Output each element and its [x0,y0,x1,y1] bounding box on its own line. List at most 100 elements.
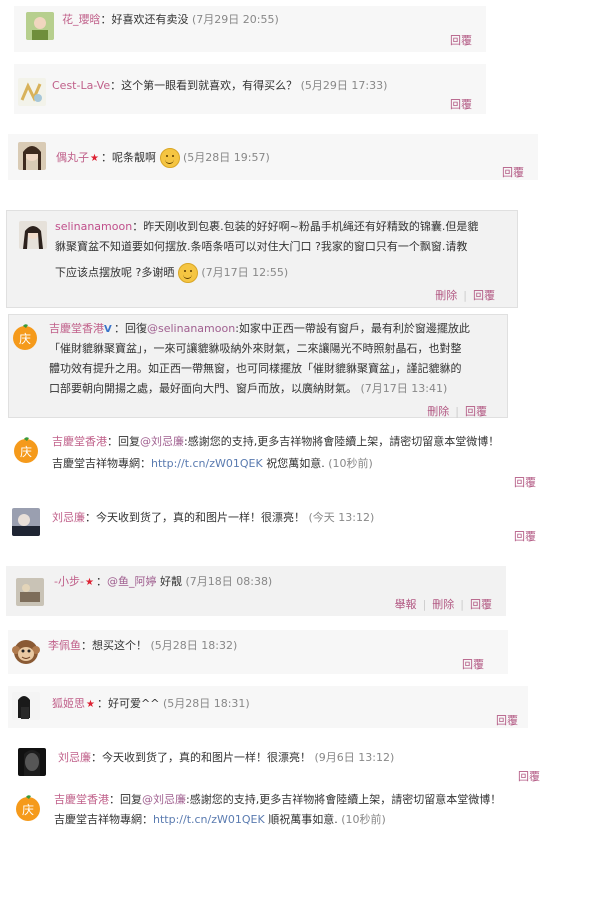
reply-link[interactable]: 回覆 [465,405,487,418]
mention-link[interactable]: @刘忌廉 [140,435,184,448]
reply-link[interactable]: 回覆 [514,476,536,489]
comment-actions: 回覆 [444,96,472,112]
user-name[interactable]: 吉慶堂香港 [52,435,107,448]
avatar[interactable]: 庆 [11,323,39,351]
avatar-image [19,221,47,249]
comment-text: 李佩鱼：想买这个！ (5月28日 18:32) [48,638,237,654]
avatar[interactable] [18,78,46,106]
user-name[interactable]: -小步- [54,575,84,588]
comment-body-line: 吉慶堂吉祥物專網： [54,813,153,826]
comment-body-line: 下应该点摆放呢 ?多谢晒 [55,266,175,279]
comment-text: 刘忌廉：今天收到货了，真的和图片一样！很漂亮！ (今天 13:12) [52,510,374,526]
reply-link[interactable]: 回覆 [514,530,536,543]
reply-link[interactable]: 回覆 [502,166,524,179]
mention-link[interactable]: @刘忌廉 [142,793,186,806]
reply-prefix: 回复 [120,793,142,806]
avatar[interactable] [18,748,46,776]
comment-text-line1: 吉慶堂香港：回复@刘忌廉:感謝您的支持,更多吉祥物將會陸續上架，請密切留意本堂微… [52,434,499,450]
avatar[interactable] [12,638,40,666]
delete-link[interactable]: 刪除 [432,598,454,611]
reply-link[interactable]: 回覆 [496,714,518,727]
mention-link[interactable]: @selinanamoon [147,322,235,335]
comment-text: -小步-★ ：@鱼_阿婷 好靓 (7月18日 08:38) [54,574,272,590]
report-link[interactable]: 舉報 [395,598,417,611]
divider: | [422,598,427,611]
comment-text-line3: 下应该点摆放呢 ?多谢晒 (7月17日 12:55) [55,263,288,283]
vip-star-icon: ★ [84,577,94,588]
delete-link[interactable]: 刪除 [427,405,449,418]
separator: ： [109,793,120,806]
separator: ： [85,511,96,524]
mention-link[interactable]: @鱼_阿婷 [107,575,157,588]
avatar[interactable] [19,221,47,249]
user-name[interactable]: 狐姬思 [52,697,85,710]
timestamp: (5月28日 18:31) [162,697,250,710]
user-name[interactable]: 李佩鱼 [48,639,81,652]
comment-body: 今天收到货了，真的和图片一样！很漂亮！ [102,751,311,764]
comment-text-line2: 吉慶堂吉祥物專網：http://t.cn/zW01QEK 順祝萬事如意. (10… [54,812,386,828]
comment-body: 好靓 [156,575,182,588]
comment-body: 想买这个！ [92,639,147,652]
avatar[interactable] [12,692,40,720]
avatar[interactable] [26,12,54,40]
monkey-avatar-icon [12,640,40,664]
avatar[interactable] [12,508,40,536]
comment-actions: 回覆 [508,474,536,490]
comment-card: 庆 吉慶堂香港V ：回復@selinanamoon:如家中正西一帶設有窗戶，最有利… [8,314,508,418]
avatar[interactable] [18,142,46,170]
comment-card: 刘忌廉：今天收到货了，真的和图片一样！很漂亮！ (今天 13:12) 回覆 [8,498,548,548]
reply-link[interactable]: 回覆 [470,598,492,611]
separator: ： [100,13,112,26]
timestamp: (7月29日 20:55) [192,13,279,26]
comment-text-line4: 口部要朝向開揚之處，最好面向大門、窗戶而放，以廣納財氣。 (7月17日 13:4… [49,381,447,397]
comment-text: 偶丸子★ ：呢条靓啊 (5月28日 19:57) [56,148,270,168]
comment-text: 刘忌廉：今天收到货了，真的和图片一样！很漂亮！ (9月6日 13:12) [58,750,394,766]
user-name[interactable]: 偶丸子 [56,151,89,164]
comment-text-line1: 吉慶堂香港V ：回復@selinanamoon:如家中正西一帶設有窗戶，最有利於窗… [49,321,470,337]
avatar[interactable] [16,578,44,606]
comment-text-line3: 體功效有提升之用。如正西一帶無窗，也可同樣擺放「催財貔貅聚寶盆」，謹記貔貅的 [49,361,462,377]
avatar-image [18,748,46,776]
comment-card: 庆 吉慶堂香港：回复@刘忌廉:感謝您的支持,更多吉祥物將會陸續上架，請密切留意本… [10,786,550,838]
comment-text-line2: 貅聚寶盆不知道要如何摆放.条唔条唔可以对住大门口 ?我家的窗口只有一个飘窗.请教 [55,239,467,255]
timestamp: (10秒前) [328,457,373,470]
user-name[interactable]: 吉慶堂香港 [49,322,104,335]
url-link[interactable]: http://t.cn/zW01QEK [151,457,263,470]
user-name[interactable]: selinanamoon [55,220,132,233]
comment-body-line: 祝您萬如意. [262,457,325,470]
avatar[interactable]: 庆 [14,794,42,822]
svg-text:庆: 庆 [19,332,31,346]
comment-body-line: 順祝萬事如意. [264,813,338,826]
comment-body-line: :如家中正西一帶設有窗戶，最有利於窗邊擺放此 [235,322,470,335]
separator: ： [107,435,118,448]
brand-logo-icon: 庆 [13,324,37,350]
reply-link[interactable]: 回覆 [518,770,540,783]
comment-body-line: :感謝您的支持,更多吉祥物將會陸續上架，請密切留意本堂微博！ [184,435,500,448]
timestamp: (7月17日 13:41) [360,382,448,395]
timestamp: (5月28日 18:32) [150,639,238,652]
reply-link[interactable]: 回覆 [473,289,495,302]
comment-body-line: 「催財貔貅聚寶盆」，一來可讓貔貅吸納外來財氣，二來讓陽光不時照射晶石，也對整 [49,342,462,355]
user-name[interactable]: 刘忌廉 [52,511,85,524]
timestamp: (7月18日 08:38) [185,575,273,588]
user-name[interactable]: Cest-La-Ve [52,79,110,92]
user-name[interactable]: 花_瓔晗 [62,13,101,26]
reply-link[interactable]: 回覆 [450,98,472,111]
comment-actions: 回覆 [456,656,484,672]
comment-actions: 回覆 [512,768,540,784]
reply-link[interactable]: 回覆 [450,34,472,47]
divider: | [455,405,459,418]
avatar-image [18,78,46,106]
brand-logo-icon: 庆 [14,437,38,463]
avatar[interactable]: 庆 [12,436,40,464]
separator: ： [101,151,112,164]
reply-link[interactable]: 回覆 [462,658,484,671]
comment-actions: 舉報 | 刪除 | 回覆 [389,596,492,612]
url-link[interactable]: http://t.cn/zW01QEK [153,813,265,826]
comment-card: 刘忌廉：今天收到货了，真的和图片一样！很漂亮！ (9月6日 13:12) 回覆 [10,742,550,786]
user-name[interactable]: 吉慶堂香港 [54,793,109,806]
user-name[interactable]: 刘忌廉 [58,751,91,764]
avatar-image [12,508,40,536]
delete-link[interactable]: 刪除 [435,289,457,302]
comment-card: selinanamoon：昨天刚收到包裹.包装的好好啊~粉晶手机绳还有好精致的锦… [6,210,518,308]
